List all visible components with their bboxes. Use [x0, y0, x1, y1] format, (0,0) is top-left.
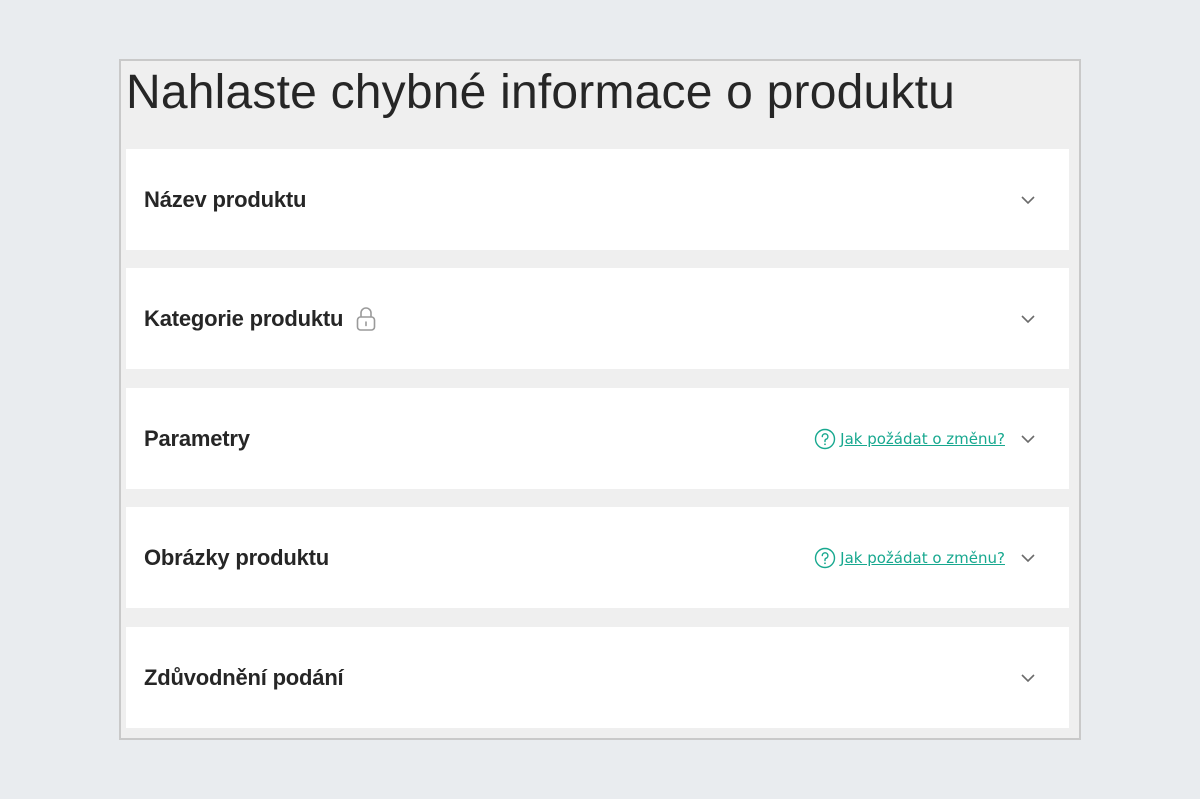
- chevron-down-icon[interactable]: [1019, 669, 1037, 687]
- help-change-request[interactable]: Jak požádat o změnu?: [814, 547, 1005, 569]
- section-label: Parametry: [144, 425, 250, 451]
- chevron-down-icon[interactable]: [1019, 549, 1037, 567]
- help-change-request[interactable]: Jak požádat o změnu?: [814, 428, 1005, 450]
- page-title: Nahlaste chybné informace o produktu: [126, 66, 956, 119]
- section-parameters[interactable]: Parametry Jak požádat o změnu?: [126, 388, 1069, 489]
- section-submission-reason[interactable]: Zdůvodnění podání: [126, 627, 1069, 728]
- section-label: Obrázky produktu: [144, 544, 330, 570]
- question-circle-icon: [814, 547, 836, 569]
- section-label: Název produktu: [144, 186, 307, 212]
- chevron-down-icon[interactable]: [1019, 430, 1037, 448]
- chevron-down-icon[interactable]: [1019, 191, 1037, 209]
- lock-icon: [355, 306, 377, 332]
- section-product-category[interactable]: Kategorie produktu: [126, 268, 1069, 369]
- chevron-down-icon[interactable]: [1019, 310, 1037, 328]
- section-product-images[interactable]: Obrázky produktu Jak požádat o změnu?: [126, 507, 1069, 608]
- question-circle-icon: [814, 428, 836, 450]
- help-link[interactable]: Jak požádat o změnu?: [840, 549, 1005, 567]
- section-label: Zdůvodnění podání: [144, 664, 344, 690]
- report-panel: Nahlaste chybné informace o produktu Náz…: [119, 59, 1081, 740]
- section-label: Kategorie produktu: [144, 305, 344, 331]
- help-link[interactable]: Jak požádat o změnu?: [840, 430, 1005, 448]
- section-product-name[interactable]: Název produktu: [126, 149, 1069, 250]
